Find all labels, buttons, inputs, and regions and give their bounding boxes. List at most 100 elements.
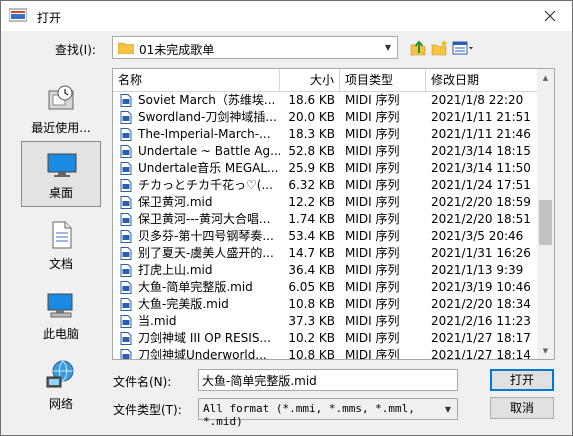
file-row[interactable]: 刀剑神域 III OP RESIS... 10.2 KB MIDI 序列 2021/1…	[113, 330, 537, 347]
file-type: MIDI 序列	[345, 144, 400, 158]
file-row[interactable]: チカっとチカ千花っ♡(... 6.32 KB MIDI 序列 2021/1/24 17…	[113, 177, 537, 194]
java-cup-icon	[9, 8, 27, 22]
file-name: 刀剑神域 III OP RESIS...	[138, 331, 271, 345]
filetype-combo[interactable]: All format (*.mmi, *.mms, *.mml, *.mid) …	[198, 398, 458, 428]
file-rows: Soviet March（苏维埃... 18.6 KB MIDI 序列 2021/1/…	[113, 92, 537, 360]
file-row[interactable]: 贝多芬-第十四号钢琴奏... 53.4 KB MIDI 序列 2021/3/5 20:…	[113, 228, 537, 245]
file-row[interactable]: Undertale ~ Battle Ag... 52.8 KB MIDI 序列 20…	[113, 143, 537, 160]
scroll-down-icon[interactable]: ▼	[537, 342, 554, 359]
midi-file-icon	[120, 281, 132, 294]
file-name: チカっとチカ千花っ♡(...	[138, 178, 273, 192]
file-row[interactable]: 保卫黄河---黄河大合唱... 1.74 KB MIDI 序列 2021/2/20 1…	[113, 211, 537, 228]
file-date: 2021/2/20 18:51	[431, 212, 531, 226]
file-date: 2021/1/11 21:46	[431, 127, 531, 141]
file-type: MIDI 序列	[345, 263, 400, 277]
view-menu-button[interactable]	[452, 38, 474, 58]
close-button[interactable]	[528, 1, 572, 31]
file-name: Soviet March（苏维埃...	[138, 93, 276, 107]
midi-file-icon	[120, 332, 132, 345]
place-desktop[interactable]: 桌面	[21, 141, 101, 207]
file-date: 2021/1/27 18:17	[431, 331, 531, 345]
scroll-up-icon[interactable]: ▲	[537, 69, 554, 86]
file-list[interactable]: 名称 大小 项目类型 修改日期 Soviet March（苏维埃... 18.6 …	[112, 68, 555, 360]
midi-file-icon	[120, 315, 132, 328]
new-folder-button[interactable]	[430, 38, 450, 58]
file-name: Undertale音乐 MEGAL...	[138, 161, 279, 175]
close-icon	[544, 10, 556, 22]
place-recent[interactable]: 最近使用...	[21, 77, 101, 143]
chevron-down-icon[interactable]: ▼	[439, 399, 457, 420]
file-name: 打虎上山.mid	[138, 263, 213, 277]
vertical-scrollbar[interactable]: ▲ ▼	[537, 69, 554, 359]
midi-file-icon	[120, 94, 132, 107]
file-date: 2021/3/14 18:15	[431, 144, 531, 158]
file-date: 2021/1/31 16:26	[431, 246, 531, 260]
filetype-value: All format (*.mmi, *.mms, *.mml, *.mid)	[203, 402, 415, 428]
up-folder-icon	[410, 40, 426, 56]
file-date: 2021/1/27 18:14	[431, 348, 531, 360]
scroll-thumb[interactable]	[539, 200, 552, 245]
file-row[interactable]: 别了夏天-虞美人盛开的... 14.7 KB MIDI 序列 2021/1/31 16…	[113, 245, 537, 262]
desktop-icon	[47, 153, 77, 177]
midi-file-icon	[120, 298, 132, 311]
file-row[interactable]: Soviet March（苏维埃... 18.6 KB MIDI 序列 2021/1/…	[113, 92, 537, 109]
file-size: 6.05 KB	[288, 280, 335, 294]
file-size: 20.0 KB	[288, 110, 335, 124]
midi-file-icon	[120, 349, 132, 359]
file-type: MIDI 序列	[345, 127, 400, 141]
up-folder-button[interactable]	[409, 38, 429, 58]
computer-icon	[47, 293, 73, 318]
cancel-button[interactable]: 取消	[490, 397, 554, 419]
recent-items-icon	[48, 85, 74, 110]
file-row[interactable]: 大鱼-完美版.mid 10.8 KB MIDI 序列 2021/2/20 18:34	[113, 296, 537, 313]
lookin-label: 查找(I):	[55, 43, 96, 57]
file-row[interactable]: 当.mid 37.3 KB MIDI 序列 2021/2/16 11:23	[113, 313, 537, 330]
file-row[interactable]: The-Imperial-March-... 18.3 KB MIDI 序列 2021…	[113, 126, 537, 143]
file-row[interactable]: 打虎上山.mid 36.4 KB MIDI 序列 2021/1/13 9:39	[113, 262, 537, 279]
file-row[interactable]: Undertale音乐 MEGAL... 25.9 KB MIDI 序列 2021/3…	[113, 160, 537, 177]
filetype-label: 文件类型(T):	[113, 403, 182, 417]
network-icon	[46, 360, 74, 388]
midi-file-icon	[120, 111, 132, 124]
file-type: MIDI 序列	[345, 212, 400, 226]
column-header-size[interactable]: 大小	[280, 69, 340, 91]
place-documents[interactable]: 文档	[21, 213, 101, 279]
file-name: 贝多芬-第十四号钢琴奏...	[138, 229, 274, 243]
midi-file-icon	[120, 264, 132, 277]
open-file-dialog: 打开 查找(I): 01未完成歌单 ▼ 最近使用... 桌面 文档 此电脑 网络…	[0, 0, 573, 436]
file-row[interactable]: 大鱼-简单完整版.mid 6.05 KB MIDI 序列 2021/3/19 10:4…	[113, 279, 537, 296]
place-network[interactable]: 网络	[21, 353, 101, 419]
place-label: 桌面	[48, 186, 73, 200]
file-row[interactable]: Swordland-刀剑神域插... 20.0 KB MIDI 序列 2021/1/1…	[113, 109, 537, 126]
column-header-date[interactable]: 修改日期	[426, 69, 537, 91]
midi-file-icon	[120, 162, 132, 175]
window-title: 打开	[37, 11, 62, 25]
column-header-row: 名称 大小 项目类型 修改日期	[113, 69, 537, 92]
file-type: MIDI 序列	[345, 331, 400, 345]
file-date: 2021/1/8 22:20	[431, 93, 524, 107]
place-label: 此电脑	[42, 327, 79, 341]
documents-icon	[52, 221, 72, 249]
file-date: 2021/2/16 11:23	[431, 314, 531, 328]
open-button[interactable]: 打开	[490, 369, 554, 391]
lookin-value: 01未完成歌单	[139, 43, 215, 57]
place-label: 文档	[48, 257, 73, 271]
file-type: MIDI 序列	[345, 93, 400, 107]
chevron-down-icon[interactable]: ▼	[379, 37, 397, 58]
column-header-type[interactable]: 项目类型	[340, 69, 426, 91]
file-type: MIDI 序列	[345, 246, 400, 260]
places-bar: 最近使用... 桌面 文档 此电脑 网络	[17, 67, 107, 411]
file-size: 10.8 KB	[288, 348, 335, 360]
lookin-combo[interactable]: 01未完成歌单 ▼	[112, 36, 398, 59]
place-this-pc[interactable]: 此电脑	[21, 283, 101, 349]
file-row[interactable]: 保卫黄河.mid 12.2 KB MIDI 序列 2021/2/20 18:59	[113, 194, 537, 211]
filename-input[interactable]	[198, 369, 458, 391]
place-label: 最近使用...	[31, 121, 91, 135]
file-name: The-Imperial-March-...	[138, 127, 271, 141]
column-header-name[interactable]: 名称	[113, 69, 280, 91]
midi-file-icon	[120, 179, 132, 192]
file-name: 保卫黄河---黄河大合唱...	[138, 212, 271, 226]
file-date: 2021/2/20 18:59	[431, 195, 531, 209]
file-size: 6.32 KB	[288, 178, 335, 192]
file-row[interactable]: 刀剑神域Underworld... 10.8 KB MIDI 序列 2021/1/27…	[113, 347, 537, 360]
